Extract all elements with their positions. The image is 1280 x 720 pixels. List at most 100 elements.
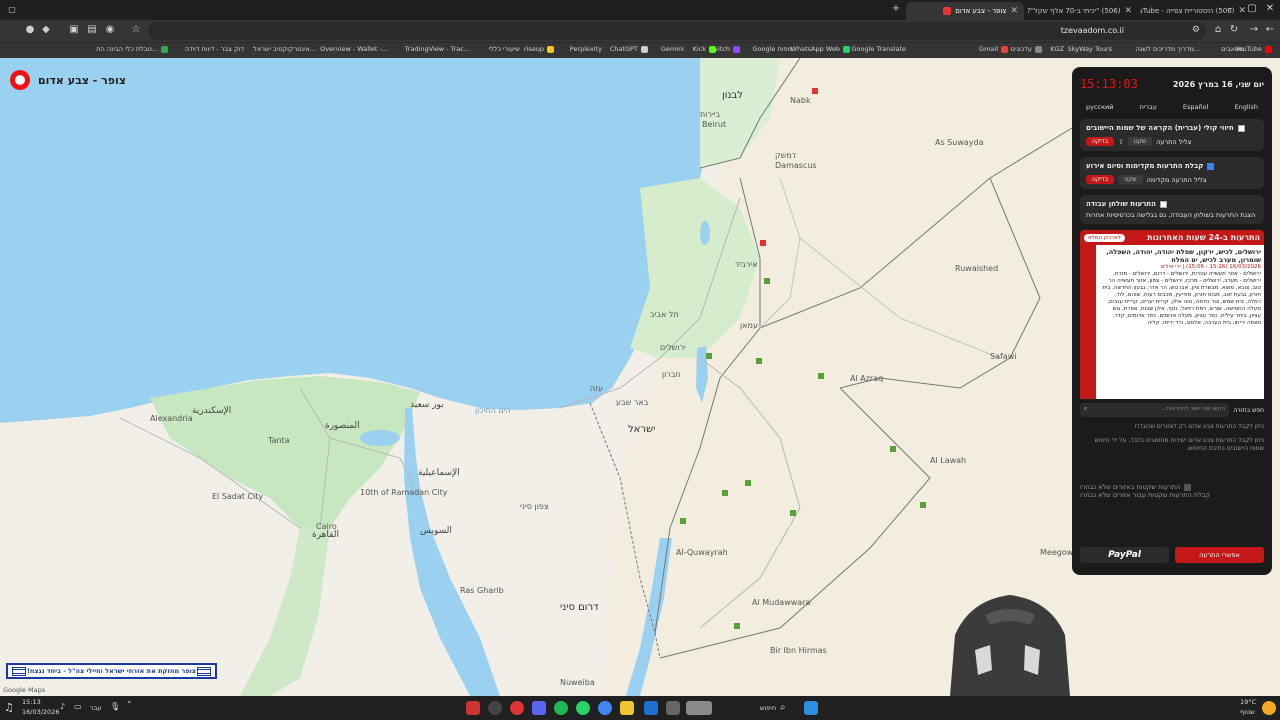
bookmark-google-maps[interactable]: Google מפות	[752, 45, 792, 53]
bookmark-skyway[interactable]: SkyWay Tours	[1068, 45, 1112, 53]
task-view-icon[interactable]	[666, 701, 680, 715]
discord-icon[interactable]	[532, 701, 546, 715]
file-explorer-icon[interactable]	[620, 701, 634, 715]
tab-youtube-history[interactable]: ✕ (506) היסטוריית צפייה - YouTube	[1140, 2, 1252, 20]
recent-alerts-title: התרעות ב-24 שעות האחרונות	[1147, 233, 1260, 242]
pre-test-button[interactable]: בדיקה	[1086, 175, 1115, 184]
microphone-icon[interactable]: 🎙	[110, 702, 120, 711]
voice-sound-select[interactable]: שקט	[1127, 137, 1153, 146]
input-language[interactable]: עבר	[90, 704, 102, 712]
bookmark-updates[interactable]: עדכונים	[1011, 45, 1042, 53]
label-south-sinai: דרום סיני	[560, 602, 599, 613]
forward-icon[interactable]: →	[1248, 24, 1260, 36]
label-mediterranean: הים התיכון	[475, 406, 511, 415]
bookmark-wallet[interactable]: Overview - Wallet -...	[320, 45, 388, 53]
sync-icon[interactable]: ◉	[104, 24, 116, 36]
label-azraq: Al Azraq	[850, 374, 884, 383]
bookmark-translate[interactable]: Google Translate	[851, 45, 906, 53]
taskbar-date[interactable]: 16/03/2026	[22, 708, 59, 716]
app-icon-red[interactable]	[510, 701, 524, 715]
label-damascus: דמשק	[775, 151, 797, 160]
bookmark-gmail[interactable]: Gmail	[979, 45, 1008, 53]
lang-russian[interactable]: русский	[1080, 101, 1120, 113]
volume-icon[interactable]: ♪	[60, 702, 65, 711]
city-search-input[interactable]: ⌕ הקשו שם יישוב להתראות...	[1080, 403, 1230, 417]
pre-alerts-label: קבלת התרעות מקדימות וסיום אירוע	[1086, 162, 1204, 170]
back-icon[interactable]: ←	[1264, 24, 1276, 36]
bookmark-manager-icon[interactable]: ▤	[86, 24, 98, 36]
store-icon[interactable]	[644, 701, 658, 715]
spotify-icon[interactable]	[554, 701, 568, 715]
bookmark-lessons[interactable]: שיעורי כללי	[489, 45, 520, 53]
bookmark-label: דוק צבר - דיווח דוידה	[184, 45, 244, 53]
voice-alerts-checkbox[interactable]	[1237, 124, 1245, 132]
lang-hebrew[interactable]: עברית	[1134, 101, 1163, 113]
taskbar-search-label[interactable]: חיפוש	[760, 704, 776, 712]
close-icon[interactable]: ✕	[1238, 6, 1246, 16]
obs-icon[interactable]	[488, 701, 502, 715]
tab-search-icon[interactable]: ▣	[68, 24, 80, 36]
weather-icon[interactable]	[1262, 701, 1276, 715]
recent-alerts-list[interactable]: ירושלים, לכיש, ירקון, שפלת יהודה, יהודה,…	[1080, 245, 1264, 399]
bookmark-label: עדכונים	[1010, 45, 1032, 53]
bookmark-ai-table[interactable]: טבלת כלי הבינה הח...	[96, 45, 168, 53]
silent-alerts-checkbox[interactable]	[1184, 483, 1192, 491]
home-icon[interactable]: ⌂	[1212, 24, 1224, 36]
whatsapp-icon[interactable]	[576, 701, 590, 715]
tab-tzevaadom[interactable]: ✕ צופר - צבע אדום	[906, 2, 1024, 20]
close-icon[interactable]: ✕	[1010, 6, 1018, 16]
search-icon[interactable]: ⌕	[780, 701, 794, 715]
voice-test-button[interactable]: בדיקה	[1086, 137, 1115, 146]
bookmark-perplexity[interactable]: Perplexity	[570, 45, 602, 53]
app-icon[interactable]	[466, 701, 480, 715]
bookmark-label: Gemini	[660, 45, 684, 53]
bookmark-riseup[interactable]: riseup	[524, 45, 554, 53]
site-info-icon[interactable]: ⚙	[1192, 25, 1200, 35]
address-bar[interactable]: tzevaadom.co.il ⚙	[148, 22, 1206, 40]
taskbar-time[interactable]: 15:13	[22, 698, 41, 706]
bookmark-gemini[interactable]: Gemini	[661, 45, 684, 53]
network-icon[interactable]: ▭	[74, 702, 82, 711]
close-window-icon[interactable]: ✕	[1264, 3, 1276, 15]
bookmark-kgz[interactable]: KGZ	[1050, 45, 1064, 53]
lang-spanish[interactable]: Español	[1177, 101, 1215, 113]
desktop-alerts-checkbox[interactable]	[1159, 200, 1167, 208]
pre-sound-select[interactable]: שקט	[1118, 175, 1143, 184]
desktop-alerts-desc: הצגת התרעות בשולחן העבודה, גם בגלישה בכר…	[1086, 211, 1256, 219]
bookmark-dok[interactable]: דוק צבר - דיווח דוידה	[185, 45, 244, 53]
profile-icon[interactable]: ●	[24, 24, 36, 36]
paypal-button[interactable]: PayPal	[1080, 547, 1169, 563]
desktop-alerts-box: התרעות שולחן עבודה הצגת התרעות בשולחן הע…	[1080, 195, 1264, 224]
url-text: tzevaadom.co.il	[1060, 26, 1124, 35]
windows-start-icon[interactable]	[804, 701, 818, 715]
bookmark-star-icon[interactable]: ☆	[130, 24, 142, 36]
window-menu-icon[interactable]: ▢	[6, 4, 18, 16]
extension-icon[interactable]: ◆	[40, 24, 52, 36]
new-tab-icon[interactable]: +	[890, 3, 902, 15]
pre-alerts-checkbox[interactable]	[1207, 162, 1215, 170]
chevron-up-icon[interactable]: ˄	[127, 701, 132, 711]
label-al-lawah: Al Lawah	[930, 456, 967, 465]
bookmark-whatsapp[interactable]: WhatsApp Web	[791, 45, 850, 53]
tab-youtube-video[interactable]: ✕ (506) "יכיתי ב-70 אלף שקל"?	[1026, 2, 1138, 20]
donate-button[interactable]: אפשרי התרעה	[1175, 547, 1264, 563]
reload-icon[interactable]: ↻	[1228, 24, 1240, 36]
bookmark-guides[interactable]: מדריך מדריכים לשנה...	[1136, 45, 1200, 53]
weather-temp[interactable]: 19°C	[1240, 698, 1256, 706]
label-ismailia: الإسماعيلية	[418, 468, 460, 478]
bookmark-tradingview[interactable]: TradingView - Trac...	[405, 45, 470, 53]
lang-english[interactable]: English	[1228, 101, 1263, 113]
close-icon[interactable]: ✕	[1124, 6, 1132, 16]
widgets-icon[interactable]	[686, 701, 712, 715]
upload-icon[interactable]: ⇧	[1118, 138, 1123, 146]
bookmark-kick[interactable]: Kick	[693, 45, 716, 53]
bookmark-label: Google מפות	[752, 45, 792, 53]
bookmark-interactive[interactable]: אינטרקוקטיב ישראל...	[253, 45, 316, 53]
chrome-icon[interactable]	[598, 701, 612, 715]
notifications-icon[interactable]: ♫	[4, 701, 18, 715]
bookmark-resources[interactable]: משאבים	[1221, 45, 1244, 53]
alert-item[interactable]: ירושלים, לכיש, ירקון, שפלת יהודה, יהודה,…	[1096, 245, 1264, 399]
lake-manzala	[360, 430, 400, 446]
history-link[interactable]: לארכיון המלא	[1084, 233, 1125, 242]
bookmark-chatgpt[interactable]: ChatGPT	[610, 45, 648, 53]
